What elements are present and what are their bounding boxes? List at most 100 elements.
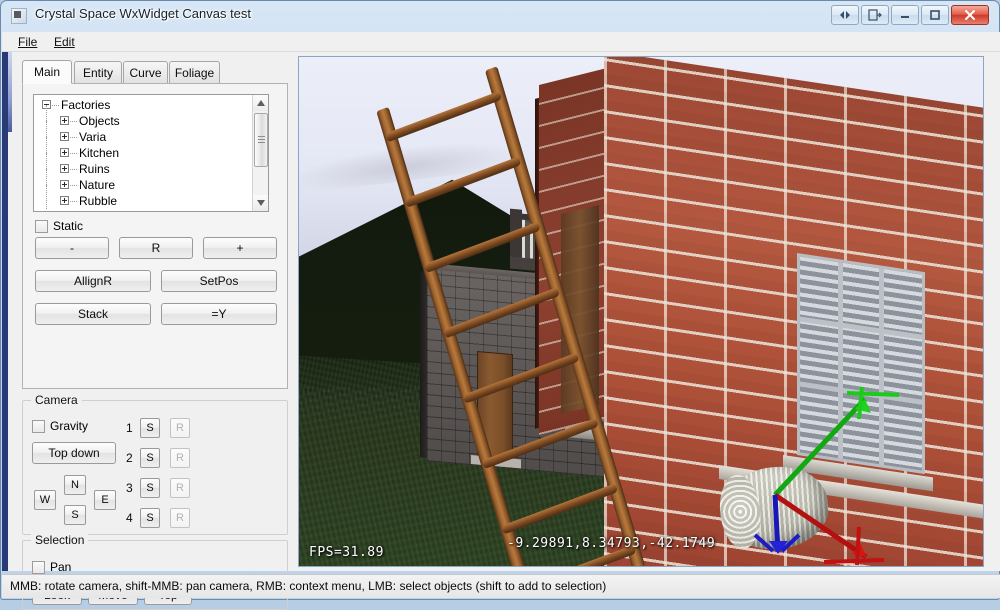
camera-slot-4-restore-button[interactable]: R: [170, 508, 190, 528]
camera-slot-1-save-button[interactable]: S: [140, 418, 160, 438]
maximize-button[interactable]: [921, 5, 949, 25]
scrollbar-grip-icon: [258, 136, 265, 143]
minimize-icon: [901, 16, 909, 18]
selected-hay-bale[interactable]: [716, 461, 833, 555]
tab-foliage[interactable]: Foliage: [169, 61, 220, 83]
tree-item-rubble[interactable]: Rubble: [34, 185, 248, 209]
maximize-icon: [930, 10, 940, 20]
window-mullion: [838, 262, 843, 459]
close-button[interactable]: [951, 5, 989, 25]
camera-slot-4-save-label: S: [146, 512, 154, 524]
ladder-rung: [423, 221, 541, 274]
ladder-rung: [462, 352, 580, 404]
camera-slot-2-save-button[interactable]: S: [140, 448, 160, 468]
tree-expander-plus-icon[interactable]: [60, 196, 69, 205]
tree-label: Kitchen: [79, 146, 120, 160]
tree-line: [70, 121, 77, 122]
camera-position-readout: -9.29891,8.34793,-42.1749: [507, 536, 716, 551]
tree-line: [70, 185, 77, 186]
tree-item-objects[interactable]: Objects: [34, 105, 248, 129]
viewport-scene: FPS=31.89 -9.29891,8.34793,-42.1749: [299, 57, 983, 566]
increase-button[interactable]: +: [203, 237, 277, 259]
tab-main[interactable]: Main: [22, 60, 72, 84]
window-rail: [800, 381, 922, 405]
stack-button[interactable]: Stack: [35, 303, 151, 325]
set-pos-button-label: SetPos: [199, 274, 239, 288]
fps-readout: FPS=31.89: [309, 545, 384, 560]
compass-north-button[interactable]: N: [64, 475, 86, 495]
tree-expander-plus-icon[interactable]: [60, 148, 69, 157]
status-bar: MMB: rotate camera, shift-MMB: pan camer…: [2, 574, 1000, 598]
compass-east-button[interactable]: E: [94, 490, 116, 510]
tab-foliage-label: Foliage: [174, 65, 215, 80]
menu-item-edit[interactable]: Edit: [48, 35, 81, 49]
gravity-checkbox[interactable]: [32, 420, 45, 433]
app-icon: [11, 8, 27, 24]
ladder-rung: [481, 417, 599, 470]
top-down-button[interactable]: Top down: [32, 442, 116, 464]
camera-slot-3-save-label: S: [146, 482, 154, 494]
compass-east-label: E: [101, 494, 109, 506]
tree-line: [52, 105, 59, 106]
scroll-up-arrow-icon[interactable]: [253, 95, 268, 111]
compass-south-label: S: [71, 509, 79, 521]
equal-y-button[interactable]: =Y: [161, 303, 277, 325]
tree-line: [70, 201, 77, 202]
camera-slot-2-restore-label: R: [176, 452, 184, 464]
tree-item-varia[interactable]: Varia: [34, 121, 248, 145]
tree-content: Factories Objects Varia Kitchen Ruins Na…: [34, 97, 248, 209]
render-viewport[interactable]: FPS=31.89 -9.29891,8.34793,-42.1749: [298, 56, 984, 567]
scrollbar-thumb[interactable]: [254, 113, 268, 167]
tree-item-nature[interactable]: Nature: [34, 169, 248, 193]
tree-label: Ruins: [79, 162, 110, 176]
tree-expander-plus-icon[interactable]: [60, 132, 69, 141]
tree-line: [70, 153, 77, 154]
camera-slot-3-save-button[interactable]: S: [140, 478, 160, 498]
tree-line: [70, 137, 77, 138]
camera-slot-2-save-label: S: [146, 452, 154, 464]
tree-item-ruins[interactable]: Ruins: [34, 153, 248, 177]
rotate-button[interactable]: R: [119, 237, 193, 259]
tab-curve[interactable]: Curve: [123, 61, 168, 83]
caret-up-icon: [257, 100, 265, 106]
static-checkbox[interactable]: [35, 220, 48, 233]
compass-south-button[interactable]: S: [64, 505, 86, 525]
restore-split-button[interactable]: [831, 5, 859, 25]
left-control-panel: Main Entity Curve Foliage Factories Obje…: [12, 52, 294, 610]
window-rail: [800, 316, 922, 340]
pan-checkbox[interactable]: [32, 561, 45, 574]
camera-slot-2-restore-button[interactable]: R: [170, 448, 190, 468]
decrease-button[interactable]: -: [35, 237, 109, 259]
allign-r-button[interactable]: AllignR: [35, 270, 151, 292]
camera-slot-1-save-label: S: [146, 422, 154, 434]
camera-slot-1-restore-button[interactable]: R: [170, 418, 190, 438]
camera-slot-4-save-button[interactable]: S: [140, 508, 160, 528]
increase-button-label: +: [236, 241, 244, 255]
menu-item-file[interactable]: File: [12, 35, 43, 49]
compass-west-button[interactable]: W: [34, 490, 56, 510]
factories-tree[interactable]: Factories Objects Varia Kitchen Ruins Na…: [33, 94, 269, 212]
tree-item-kitchen[interactable]: Kitchen: [34, 137, 248, 161]
dock-icon: [868, 9, 882, 21]
tree-line: [46, 153, 47, 169]
set-pos-button[interactable]: SetPos: [161, 270, 277, 292]
pan-checkbox-label: Pan: [50, 560, 72, 574]
ladder-rung: [404, 156, 522, 208]
docking-button[interactable]: [861, 5, 889, 25]
scroll-down-arrow-icon[interactable]: [253, 195, 268, 211]
static-checkbox-label: Static: [53, 219, 84, 233]
minimize-button[interactable]: [891, 5, 919, 25]
tab-curve-label: Curve: [129, 65, 162, 80]
camera-slot-3-restore-button[interactable]: R: [170, 478, 190, 498]
split-arrows-icon: [840, 11, 850, 19]
tree-expander-plus-icon[interactable]: [60, 116, 69, 125]
selection-group-title: Selection: [31, 533, 89, 547]
tree-label: Rubble: [79, 194, 118, 208]
window-mullion: [879, 268, 884, 466]
tree-item-factories[interactable]: Factories: [34, 97, 248, 113]
tree-expander-plus-icon[interactable]: [60, 164, 69, 173]
tab-entity[interactable]: Entity: [74, 61, 122, 83]
tree-vertical-scrollbar[interactable]: [252, 95, 268, 211]
tree-expander-plus-icon[interactable]: [60, 180, 69, 189]
tree-line: [70, 169, 77, 170]
